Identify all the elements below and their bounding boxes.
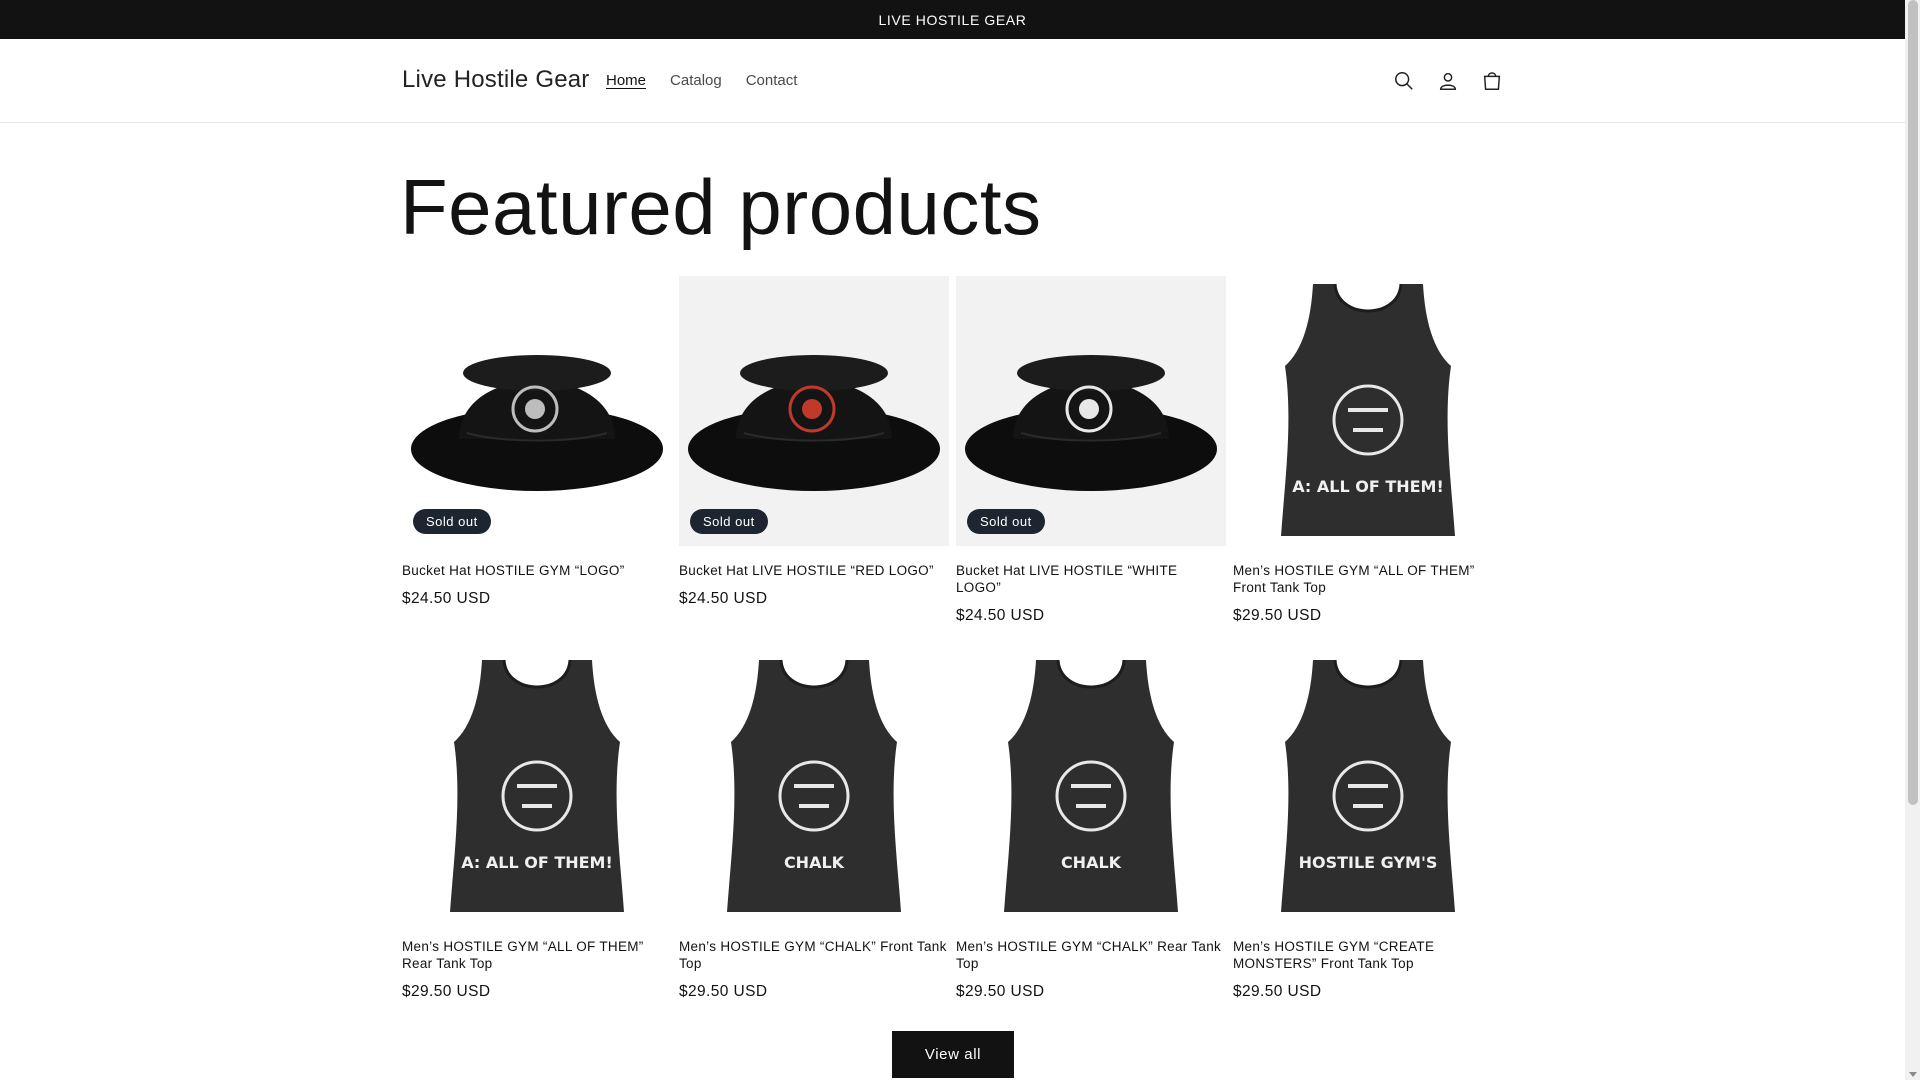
header-icons	[1382, 66, 1514, 96]
product-title[interactable]: Men’s HOSTILE GYM “CHALK” Front Tank Top	[679, 938, 949, 972]
svg-text:CHALK: CHALK	[784, 853, 845, 872]
product-price: $24.50 USD	[679, 590, 768, 607]
announcement-bar: LIVE HOSTILE GEAR	[0, 0, 1905, 39]
product-card[interactable]: Sold out Bucket Hat LIVE HOSTILE “WHITE L…	[956, 276, 1226, 625]
product-card[interactable]: Sold out Bucket Hat HOSTILE GYM “LOGO” $24…	[402, 276, 672, 608]
bucket-hat-image	[688, 355, 940, 491]
nav-contact[interactable]: Contact	[746, 72, 798, 89]
sold-out-badge: Sold out	[967, 509, 1045, 534]
product-price: $24.50 USD	[956, 607, 1045, 624]
tank-top-image: CHALK	[727, 659, 901, 912]
bucket-hat-image	[965, 355, 1217, 491]
product-image[interactable]: Sold out	[956, 276, 1226, 546]
announcement-text: LIVE HOSTILE GEAR	[878, 11, 1027, 28]
tank-top-image: HOSTILE GYM'S	[1281, 659, 1455, 912]
scroll-down-arrow[interactable]	[1909, 1072, 1917, 1077]
tank-top-image: A: ALL OF THEM!	[450, 659, 624, 912]
store-logo[interactable]: Live Hostile Gear	[402, 66, 589, 94]
product-title[interactable]: Men’s HOSTILE GYM “CREATE MONSTERS” Fron…	[1233, 938, 1503, 972]
search-icon[interactable]	[1382, 66, 1426, 96]
sold-out-badge: Sold out	[690, 509, 768, 534]
product-card[interactable]: CHALK Men’s HOSTILE GYM “CHALK” Rear Tan…	[956, 652, 1226, 1001]
product-price: $29.50 USD	[1233, 983, 1322, 1000]
site-header: Live Hostile Gear Home Catalog Contact	[0, 39, 1905, 123]
product-card[interactable]: CHALK Men’s HOSTILE GYM “CHALK” Front Ta…	[679, 652, 949, 1001]
product-title[interactable]: Bucket Hat LIVE HOSTILE “WHITE LOGO”	[956, 562, 1226, 596]
svg-text:A: ALL OF THEM!: A: ALL OF THEM!	[1292, 477, 1444, 496]
product-card[interactable]: HOSTILE GYM'S Men’s HOSTILE GYM “CREATE …	[1233, 652, 1503, 1001]
product-title[interactable]: Men’s HOSTILE GYM “ALL OF THEM” Rear Tan…	[402, 938, 672, 972]
tank-top-image: CHALK	[1004, 659, 1178, 912]
product-title[interactable]: Bucket Hat HOSTILE GYM “LOGO”	[402, 562, 672, 579]
product-title[interactable]: Men’s HOSTILE GYM “ALL OF THEM” Front Ta…	[1233, 562, 1503, 596]
product-price: $29.50 USD	[402, 983, 491, 1000]
product-image[interactable]: CHALK	[956, 652, 1226, 922]
svg-text:CHALK: CHALK	[1061, 853, 1122, 872]
nav-home[interactable]: Home	[606, 72, 646, 89]
product-image[interactable]: Sold out	[402, 276, 672, 546]
product-title[interactable]: Men’s HOSTILE GYM “CHALK” Rear Tank Top	[956, 938, 1226, 972]
main-nav: Home Catalog Contact	[606, 72, 821, 89]
tank-top-image: A: ALL OF THEM!	[1281, 283, 1455, 536]
product-price: $29.50 USD	[679, 983, 768, 1000]
product-price: $29.50 USD	[1233, 607, 1322, 624]
product-image[interactable]: CHALK	[679, 652, 949, 922]
product-price: $24.50 USD	[402, 590, 491, 607]
sold-out-badge: Sold out	[413, 509, 491, 534]
svg-text:A: ALL OF THEM!: A: ALL OF THEM!	[461, 853, 613, 872]
product-title[interactable]: Bucket Hat LIVE HOSTILE “RED LOGO”	[679, 562, 949, 579]
svg-text:HOSTILE GYM'S: HOSTILE GYM'S	[1299, 853, 1438, 872]
view-all-button[interactable]: View all	[892, 1031, 1014, 1078]
product-card[interactable]: A: ALL OF THEM! Men’s HOSTILE GYM “ALL O…	[1233, 276, 1503, 625]
scrollbar[interactable]	[1905, 0, 1920, 1080]
product-image[interactable]: A: ALL OF THEM!	[402, 652, 672, 922]
scrollbar-thumb[interactable]	[1908, 0, 1918, 805]
product-card[interactable]: A: ALL OF THEM! Men’s HOSTILE GYM “ALL O…	[402, 652, 672, 1001]
product-image[interactable]: HOSTILE GYM'S	[1233, 652, 1503, 922]
product-price: $29.50 USD	[956, 983, 1045, 1000]
product-image[interactable]: Sold out	[679, 276, 949, 546]
product-image[interactable]: A: ALL OF THEM!	[1233, 276, 1503, 546]
cart-icon[interactable]	[1470, 66, 1514, 96]
section-title: Featured products	[400, 163, 1042, 251]
account-icon[interactable]	[1426, 66, 1470, 96]
nav-catalog[interactable]: Catalog	[670, 72, 722, 89]
bucket-hat-image	[411, 355, 663, 491]
product-card[interactable]: Sold out Bucket Hat LIVE HOSTILE “RED LOG…	[679, 276, 949, 608]
